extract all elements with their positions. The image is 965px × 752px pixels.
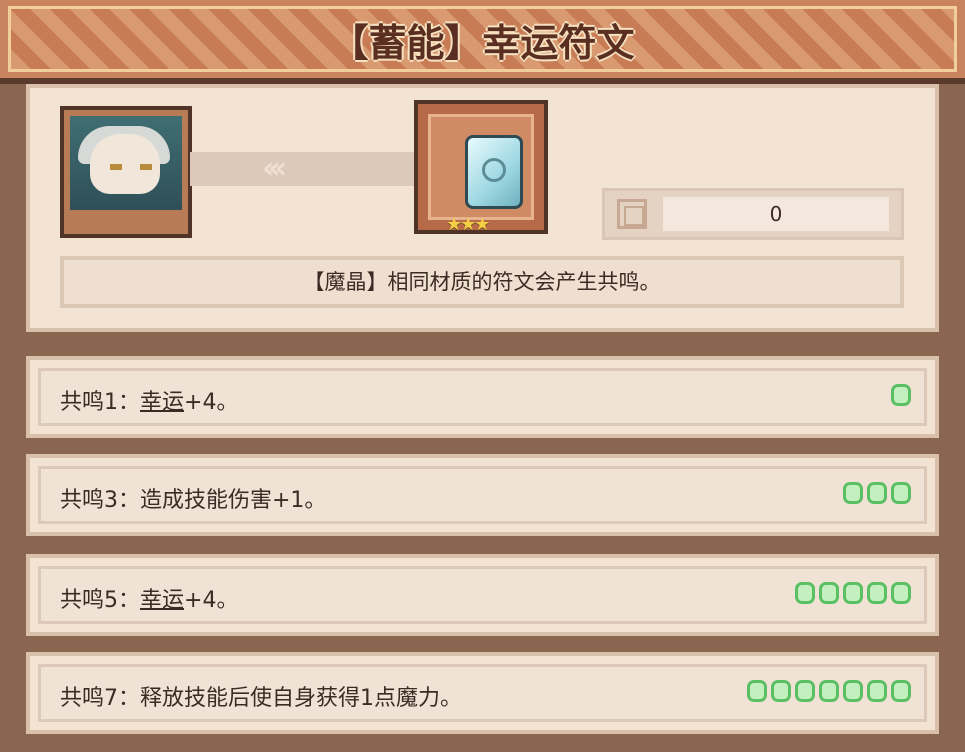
left-arrows-icon: ‹‹‹ — [262, 151, 287, 186]
resonance-keyword[interactable]: 幸运 — [140, 588, 184, 613]
resonance-text: 共鸣1：幸运+4。 — [60, 384, 238, 416]
title-banner: 【蓄能】幸运符文 — [0, 0, 965, 84]
portrait-eye — [110, 164, 122, 170]
resonance-dot-icon — [867, 582, 887, 604]
grid-icon — [617, 199, 647, 229]
resonance-dot-icon — [843, 582, 863, 604]
resonance-dot-icon — [843, 482, 863, 504]
resonance-dot-icon — [795, 680, 815, 702]
resonance-suffix: 造成技能伤害+1。 — [140, 488, 327, 513]
resonance-dot-icon — [795, 582, 815, 604]
resonance-row-7: 共鸣7：释放技能后使自身获得1点魔力。 — [26, 652, 939, 734]
resonance-dot-icon — [867, 482, 887, 504]
resonance-row-1: 共鸣1：幸运+4。 — [26, 356, 939, 438]
resonance-row-3: 共鸣3：造成技能伤害+1。 — [26, 454, 939, 536]
portrait-image — [70, 116, 182, 210]
resonance-dot-icon — [891, 582, 911, 604]
resonance-keyword[interactable]: 幸运 — [140, 390, 184, 415]
resonance-prefix: 共鸣5： — [60, 588, 140, 613]
resonance-dots — [795, 582, 911, 604]
resonance-dot-icon — [771, 680, 791, 702]
rune-stars: ★★★ — [446, 214, 490, 235]
character-portrait[interactable] — [60, 106, 192, 238]
resonance-dot-icon — [891, 384, 911, 406]
resonance-suffix: +4。 — [184, 588, 239, 613]
rune-count-box: 0 — [602, 188, 904, 240]
resonance-prefix: 共鸣7： — [60, 686, 140, 711]
resonance-dot-icon — [747, 680, 767, 702]
page-title: 【蓄能】幸运符文 — [330, 21, 635, 65]
rune-gem-icon — [465, 135, 523, 209]
resonance-dots — [747, 680, 911, 702]
resonance-text: 共鸣7：释放技能后使自身获得1点魔力。 — [60, 680, 462, 712]
rune-card-inner — [428, 114, 534, 220]
resonance-prefix: 共鸣1： — [60, 390, 140, 415]
rune-description: 【魔晶】相同材质的符文会产生共鸣。 — [60, 256, 904, 308]
resonance-suffix: +4。 — [184, 390, 239, 415]
rune-count-value: 0 — [663, 197, 889, 231]
resonance-dots — [843, 482, 911, 504]
gem-symbol-icon — [482, 158, 506, 182]
rune-panel: 【蓄能】幸运符文 ‹‹‹ ★★★ 0 【魔晶】相同材质的符文会产生共鸣。 共鸣1… — [0, 0, 965, 752]
resonance-dot-icon — [891, 680, 911, 702]
resonance-text: 共鸣3：造成技能伤害+1。 — [60, 482, 326, 514]
resonance-prefix: 共鸣3： — [60, 488, 140, 513]
resonance-text: 共鸣5：幸运+4。 — [60, 582, 238, 614]
resonance-row-5: 共鸣5：幸运+4。 — [26, 554, 939, 636]
resonance-dot-icon — [819, 680, 839, 702]
resonance-suffix: 释放技能后使自身获得1点魔力。 — [140, 686, 462, 711]
resonance-dot-icon — [867, 680, 887, 702]
resonance-dots — [891, 384, 911, 406]
resonance-dot-icon — [843, 680, 863, 702]
resonance-dot-icon — [891, 482, 911, 504]
portrait-eye — [140, 164, 152, 170]
resonance-dot-icon — [819, 582, 839, 604]
transfer-bar — [190, 152, 418, 186]
